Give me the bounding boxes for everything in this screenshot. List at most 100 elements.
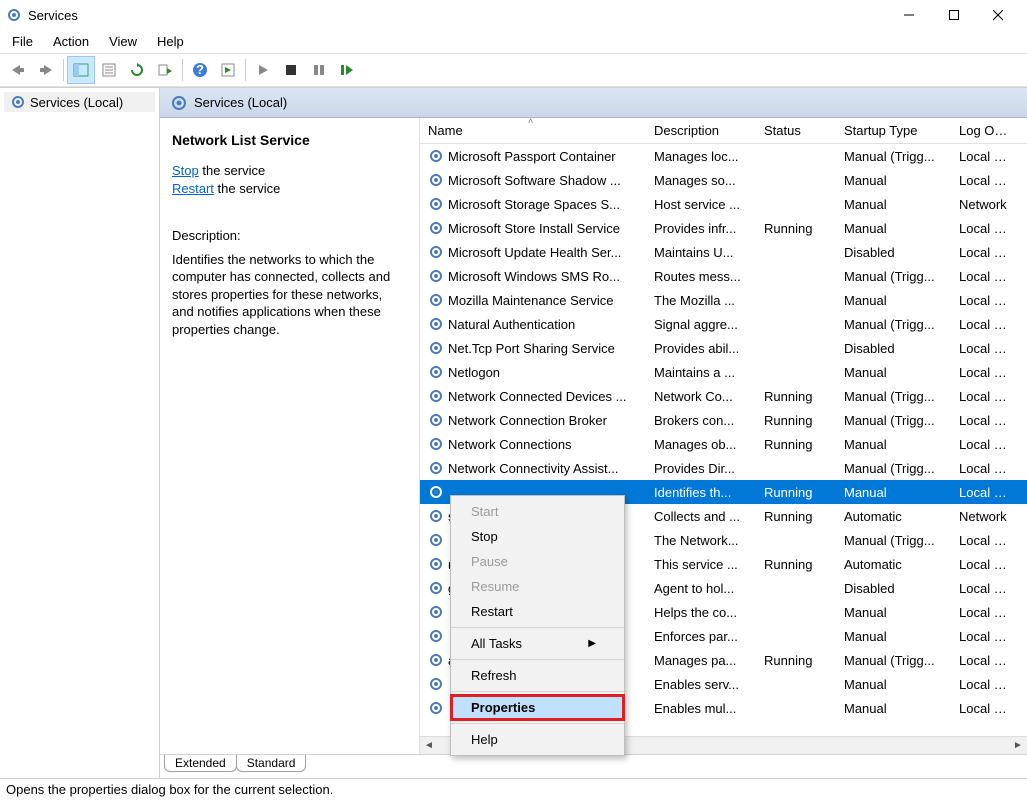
service-row[interactable]: Network ConnectionsManages ob...RunningM… — [420, 432, 1027, 456]
service-description: Agent to hol... — [646, 579, 756, 598]
maximize-button[interactable] — [931, 1, 976, 29]
service-startup-type: Manual — [836, 171, 951, 190]
service-status — [756, 298, 836, 302]
stop-service-button[interactable] — [277, 56, 305, 84]
gear-icon — [428, 508, 444, 524]
service-startup-type: Manual — [836, 219, 951, 238]
gear-icon — [428, 292, 444, 308]
tab-extended[interactable]: Extended — [164, 755, 237, 772]
gear-icon — [428, 316, 444, 332]
service-status: Running — [756, 483, 836, 502]
service-row[interactable]: Network Connected Devices ...Network Co.… — [420, 384, 1027, 408]
service-description: The Network... — [646, 531, 756, 550]
context-all-tasks[interactable]: All Tasks▶ — [451, 631, 624, 656]
context-restart[interactable]: Restart — [451, 599, 624, 624]
service-startup-type: Disabled — [836, 243, 951, 262]
svg-text:?: ? — [196, 62, 204, 77]
close-button[interactable] — [976, 1, 1021, 29]
service-row[interactable]: Microsoft Windows SMS Ro...Routes mess..… — [420, 264, 1027, 288]
service-logon: Local Sys — [951, 219, 1021, 238]
service-logon: Network — [951, 195, 1021, 214]
restart-link[interactable]: Restart — [172, 181, 214, 196]
service-description: Identifies th... — [646, 483, 756, 502]
gear-icon — [428, 196, 444, 212]
context-resume: Resume — [451, 574, 624, 599]
context-stop[interactable]: Stop — [451, 524, 624, 549]
service-row[interactable]: NetlogonMaintains a ...ManualLocal Sys — [420, 360, 1027, 384]
gear-icon — [428, 388, 444, 404]
service-row[interactable]: Microsoft Storage Spaces S...Host servic… — [420, 192, 1027, 216]
context-help[interactable]: Help — [451, 727, 624, 752]
context-properties[interactable]: Properties — [451, 695, 624, 720]
service-row[interactable]: Network Connectivity Assist...Provides D… — [420, 456, 1027, 480]
service-status: Running — [756, 387, 836, 406]
stop-link[interactable]: Stop — [172, 163, 199, 178]
service-row[interactable]: Microsoft Software Shadow ...Manages so.… — [420, 168, 1027, 192]
col-description[interactable]: Description — [646, 121, 756, 140]
col-logon[interactable]: Log On A — [951, 121, 1021, 140]
col-status[interactable]: Status — [756, 121, 836, 140]
service-startup-type: Manual (Trigg... — [836, 459, 951, 478]
context-refresh[interactable]: Refresh — [451, 663, 624, 688]
help-button[interactable]: ? — [186, 56, 214, 84]
action-pane-button[interactable] — [214, 56, 242, 84]
service-row[interactable]: Natural AuthenticationSignal aggre...Man… — [420, 312, 1027, 336]
scroll-right-icon[interactable]: ► — [1009, 738, 1027, 754]
service-logon: Local Sys — [951, 435, 1021, 454]
status-bar: Opens the properties dialog box for the … — [0, 778, 1027, 800]
service-row[interactable]: Net.Tcp Port Sharing ServiceProvides abi… — [420, 336, 1027, 360]
col-startup-type[interactable]: Startup Type — [836, 121, 951, 140]
tree-root-label: Services (Local) — [30, 95, 123, 110]
service-row[interactable]: Microsoft Passport ContainerManages loc.… — [420, 144, 1027, 168]
back-button[interactable] — [4, 56, 32, 84]
service-row[interactable]: Network Connection BrokerBrokers con...R… — [420, 408, 1027, 432]
menu-action[interactable]: Action — [45, 32, 97, 51]
service-logon: Local Sys — [951, 675, 1021, 694]
context-start: Start — [451, 499, 624, 524]
properties-button[interactable] — [95, 56, 123, 84]
service-description: Enables serv... — [646, 675, 756, 694]
restart-service-button[interactable] — [333, 56, 361, 84]
pause-service-button[interactable] — [305, 56, 333, 84]
service-status — [756, 250, 836, 254]
service-description: Manages ob... — [646, 435, 756, 454]
app-icon — [6, 7, 22, 23]
service-status — [756, 466, 836, 470]
tree-root-item[interactable]: Services (Local) — [4, 92, 155, 112]
service-row[interactable]: Microsoft Store Install ServiceProvides … — [420, 216, 1027, 240]
service-description: Host service ... — [646, 195, 756, 214]
service-logon: Local Sys — [951, 459, 1021, 478]
title-bar: Services — [0, 0, 1027, 30]
toolbar: ? — [0, 53, 1027, 87]
show-hide-tree-button[interactable] — [67, 56, 95, 84]
service-status — [756, 202, 836, 206]
service-name: Natural Authentication — [448, 317, 575, 332]
service-name: Net.Tcp Port Sharing Service — [448, 341, 615, 356]
service-description: Provides infr... — [646, 219, 756, 238]
service-startup-type: Manual — [836, 483, 951, 502]
forward-button[interactable] — [32, 56, 60, 84]
export-button[interactable] — [151, 56, 179, 84]
scroll-left-icon[interactable]: ◄ — [420, 738, 438, 754]
service-startup-type: Disabled — [836, 339, 951, 358]
tab-standard[interactable]: Standard — [236, 755, 307, 772]
service-description: This service ... — [646, 555, 756, 574]
service-logon: Local Sys — [951, 243, 1021, 262]
gear-icon — [428, 364, 444, 380]
stop-link-suffix: the service — [199, 163, 265, 178]
service-status — [756, 370, 836, 374]
service-status — [756, 274, 836, 278]
menu-view[interactable]: View — [101, 32, 145, 51]
service-logon: Local Sys — [951, 363, 1021, 382]
service-row[interactable]: Mozilla Maintenance ServiceThe Mozilla .… — [420, 288, 1027, 312]
gear-icon — [428, 532, 444, 548]
menu-help[interactable]: Help — [149, 32, 192, 51]
service-status: Running — [756, 411, 836, 430]
menu-file[interactable]: File — [4, 32, 41, 51]
service-status — [756, 178, 836, 182]
service-status — [756, 610, 836, 614]
start-service-button[interactable] — [249, 56, 277, 84]
service-row[interactable]: Microsoft Update Health Ser...Maintains … — [420, 240, 1027, 264]
minimize-button[interactable] — [886, 1, 931, 29]
refresh-button[interactable] — [123, 56, 151, 84]
